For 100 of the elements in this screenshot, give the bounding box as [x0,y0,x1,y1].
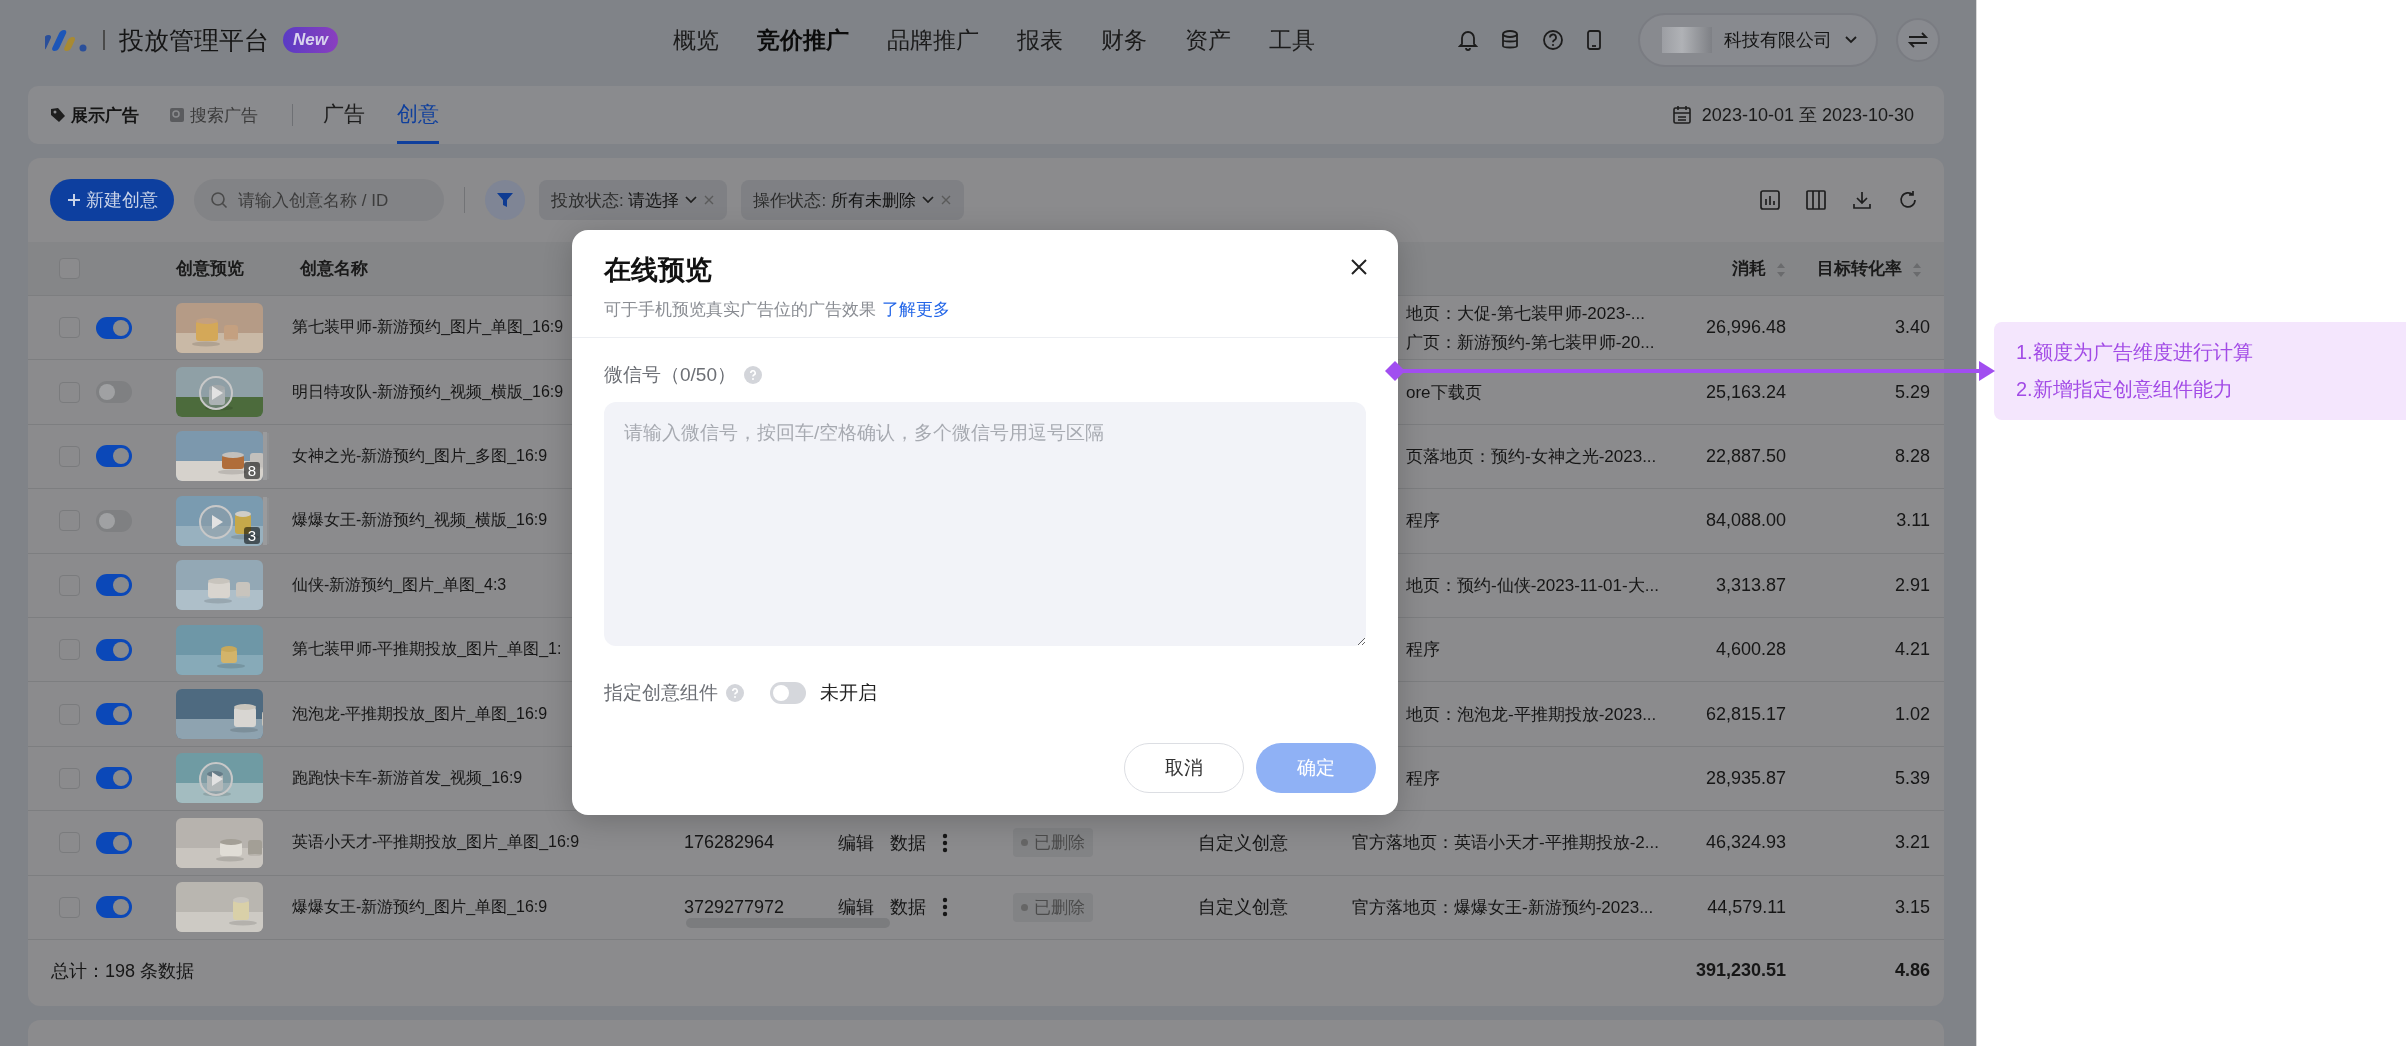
more-icon[interactable] [942,897,948,918]
nav-tab[interactable]: 工具 [1269,24,1315,56]
spend-value: 22,887.50 [1705,445,1786,466]
nav-tab[interactable]: 概览 [673,24,719,56]
tag-icon [50,107,66,123]
more-icon[interactable] [942,832,948,853]
creative-name: 第七装甲师-新游预约_图片_单图_16:9 [292,317,564,338]
blurred-name-icon [1662,27,1712,53]
creative-name: 第七装甲师-平推期投放_图片_单图_1: [292,639,562,660]
play-icon[interactable] [198,761,234,798]
conversion-rate: 8.28 [1894,445,1930,466]
spend-value: 62,815.17 [1705,703,1786,724]
spend-value: 84,088.00 [1705,510,1786,531]
total-spend: 391,230.51 [1695,960,1786,981]
status-toggle[interactable] [96,703,132,726]
refresh-icon[interactable] [1898,190,1918,210]
nav-tab[interactable]: 品牌推广 [887,24,979,56]
note-line: 2.新增指定创意组件能力 [2016,377,2234,402]
search-field[interactable]: 请输入创意名称 / ID [194,179,444,221]
spend-value: 25,163.24 [1705,381,1786,402]
status-toggle[interactable] [96,638,132,661]
landing-page: 程序 [1406,767,1441,790]
image-count: 3 [243,526,260,544]
sort-icon[interactable] [1776,261,1786,278]
play-icon[interactable] [198,503,234,540]
date-range[interactable]: 2023-10-01 至 2023-10-30 [1701,103,1914,127]
creative-name: 明日特攻队-新游预约_视频_横版_16:9 [292,381,564,402]
status-toggle[interactable] [96,767,132,790]
landing-page: 页落地页：预约-女神之光-2023... [1406,445,1658,468]
total-count: 总计：198 条数据 [51,960,195,981]
level-tab[interactable]: 广告 [323,86,365,144]
column-header[interactable]: 目标转化率 [1817,259,1902,278]
creative-name: 女神之光-新游预约_图片_多图_16:9 [292,445,548,466]
row-action-link[interactable]: 数据 [890,895,926,920]
component-toggle[interactable] [770,682,806,704]
conversion-rate: 5.39 [1894,767,1930,788]
switch-button[interactable] [1896,18,1940,62]
sort-icon[interactable] [1912,261,1922,278]
option-label: 指定创意组件 [604,681,718,705]
ad-type-tab[interactable]: 搜索广告 [169,103,258,127]
learn-more-link[interactable]: 了解更多 [882,300,950,319]
download-icon[interactable] [1852,190,1872,210]
status-toggle[interactable] [96,381,132,404]
close-icon[interactable] [1350,258,1368,276]
landing-page: 地页：预约-仙侠-2023-11-01-大... [1406,574,1660,597]
plus-icon [66,192,82,208]
status-toggle[interactable] [96,574,132,597]
chevron-icon [921,195,934,205]
conversion-rate: 4.21 [1894,639,1930,660]
landing-page: 广页：新游预约-第七装甲师-20... [1406,331,1656,354]
nav-tab[interactable]: 资产 [1185,24,1231,56]
filter-chip[interactable]: 投放状态: 请选择 [539,180,728,220]
status-toggle[interactable] [96,445,132,468]
search-icon [210,191,228,209]
spend-value: 46,324.93 [1705,832,1786,853]
note-line: 1.额度为广告维度进行计算 [2016,340,2254,365]
help-icon[interactable] [1542,29,1564,51]
play-icon[interactable] [198,375,234,412]
status-toggle[interactable] [96,509,132,532]
bell-icon[interactable] [1458,29,1478,51]
clear-icon[interactable] [703,194,716,206]
conversion-rate: 3.40 [1894,317,1930,338]
conversion-rate: 3.15 [1894,896,1930,917]
dialog-title: 在线预览 [604,254,712,287]
creative-id: 176282964 [684,832,775,853]
new-creative-button[interactable]: 新建创意 [50,179,174,221]
landing-page: 程序 [1406,639,1441,662]
columns-icon[interactable] [1806,190,1826,210]
logo-icon [45,27,89,53]
creative-name: 爆爆女王-新游预约_图片_单图_16:9 [292,896,548,917]
wechat-id-field[interactable]: 请输入微信号，按回车/空格确认，多个微信号用逗号区隔 [604,402,1366,646]
chart-icon[interactable] [1760,190,1780,210]
row-action-link[interactable]: 编辑 [838,830,874,855]
spend-value: 26,996.48 [1705,317,1786,338]
ad-type-tab[interactable]: 展示广告 [50,103,139,127]
database-icon[interactable] [1500,29,1520,51]
nav-tab[interactable]: 报表 [1017,24,1063,56]
filter-chip[interactable]: 操作状态: 所有未删除 [741,180,964,220]
landing-page: 地页：大促-第七装甲师-2023-... [1406,302,1646,325]
row-action-link[interactable]: 数据 [890,830,926,855]
filter-button[interactable] [485,180,525,220]
column-header[interactable]: 消耗 [1732,259,1766,278]
cancel-button[interactable]: 取消 [1124,743,1244,793]
creative-name: 爆爆女王-新游预约_视频_横版_16:9 [292,510,548,531]
column-header: 创意名称 [300,259,368,278]
phone-icon[interactable] [1586,29,1602,51]
nav-tab[interactable]: 财务 [1101,24,1147,56]
level-tab[interactable]: 创意 [397,86,439,144]
clear-icon[interactable] [939,194,952,206]
swap-icon [1907,31,1929,49]
nav-tab[interactable]: 竞价推广 [757,24,849,56]
status-toggle[interactable] [96,896,132,919]
row-action-link[interactable]: 编辑 [838,895,874,920]
status-toggle[interactable] [96,831,132,854]
search-ad-icon [169,107,185,123]
field-label: 微信号（0/50） [604,363,736,387]
calendar-icon[interactable] [1671,105,1692,125]
account-selector[interactable]: 科技有限公司 [1638,13,1878,67]
status-toggle[interactable] [96,316,132,339]
spend-value: 44,579.11 [1707,896,1786,917]
